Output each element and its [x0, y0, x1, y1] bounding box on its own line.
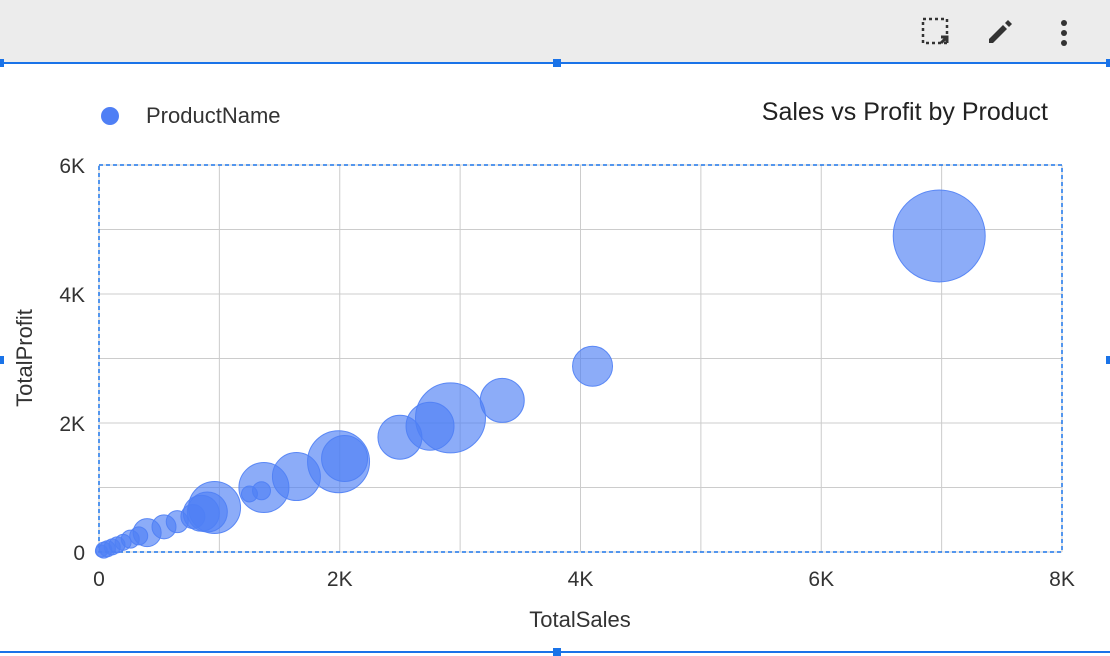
- y-tick-label: 6K: [59, 155, 85, 178]
- data-point[interactable]: [377, 414, 423, 460]
- legend-marker: [101, 107, 119, 125]
- x-tick-label: 6K: [808, 568, 834, 591]
- y-tick-label: 4K: [59, 284, 85, 307]
- x-tick-label: 8K: [1049, 568, 1075, 591]
- y-axis-ticks: 0 2K 4K 6K: [59, 155, 85, 565]
- y-tick-label: 0: [73, 542, 85, 565]
- y-tick-label: 2K: [59, 413, 85, 436]
- legend-label: ProductName: [146, 103, 281, 128]
- chart-title: Sales vs Profit by Product: [762, 98, 1048, 126]
- y-axis-label: TotalProfit: [12, 309, 37, 407]
- x-axis-label: TotalSales: [529, 607, 631, 632]
- data-point[interactable]: [892, 189, 986, 283]
- data-point[interactable]: [572, 345, 614, 387]
- data-point[interactable]: [94, 544, 108, 558]
- scatter-chart[interactable]: 0 2K 4K 6K 8K 0 2K 4K 6K ProductName Sales vs P…: [0, 0, 1110, 656]
- x-tick-label: 0: [93, 568, 105, 591]
- x-axis-ticks: 0 2K 4K 6K 8K: [93, 568, 1075, 591]
- bubble-layer: [94, 189, 986, 559]
- data-point[interactable]: [240, 485, 258, 503]
- x-tick-label: 2K: [327, 568, 353, 591]
- x-tick-label: 4K: [568, 568, 594, 591]
- data-point[interactable]: [479, 377, 525, 423]
